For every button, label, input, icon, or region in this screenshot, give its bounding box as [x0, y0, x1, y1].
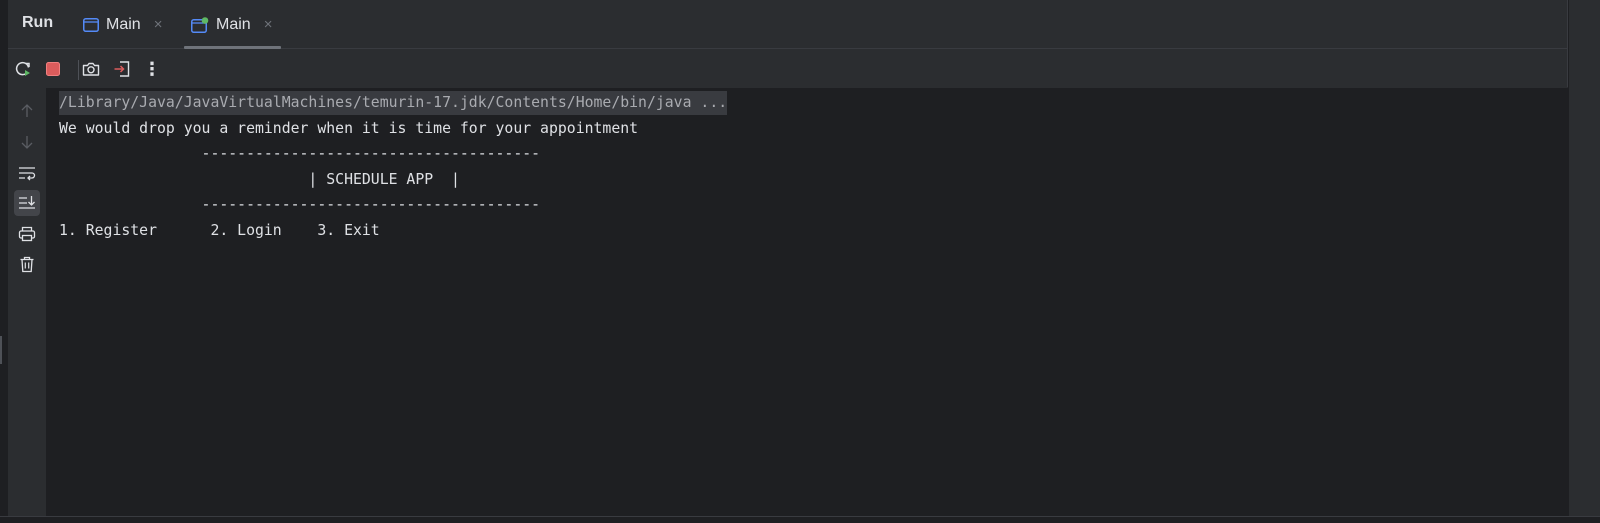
scroll-to-end-button[interactable]	[14, 190, 40, 216]
collapsed-command-line[interactable]: /Library/Java/JavaVirtualMachines/temuri…	[59, 91, 728, 115]
stop-button[interactable]	[42, 58, 64, 80]
console-side-toolbar	[8, 88, 46, 516]
run-tab-bar: Run Main × Main ×	[8, 0, 1568, 49]
exit-button[interactable]	[111, 58, 133, 80]
soft-wrap-icon	[19, 167, 36, 181]
screenshot-button[interactable]	[80, 58, 102, 80]
status-bar-edge	[0, 516, 1600, 523]
run-toolbar: ⋮	[8, 50, 1568, 88]
scroll-to-end-icon	[19, 196, 35, 209]
close-icon[interactable]: ×	[154, 17, 163, 32]
console-line: 1. Register 2. Login 3. Exit	[59, 221, 380, 239]
tab-main-1[interactable]: Main ×	[83, 0, 162, 49]
stop-icon	[46, 62, 60, 76]
more-vertical-icon: ⋮	[143, 58, 161, 79]
tab-main-2[interactable]: Main ×	[184, 0, 282, 49]
console-output[interactable]: /Library/Java/JavaVirtualMachines/temuri…	[46, 88, 1568, 516]
print-icon	[18, 226, 36, 242]
print-button[interactable]	[14, 221, 40, 247]
console-line: We would drop you a reminder when it is …	[59, 119, 639, 137]
close-icon[interactable]: ×	[264, 17, 273, 32]
right-tool-strip	[1569, 0, 1600, 523]
trash-icon	[20, 256, 34, 272]
tab-label: Main	[106, 15, 141, 33]
arrow-down-icon	[21, 136, 33, 149]
console-line: --------------------------------------	[59, 196, 541, 213]
soft-wrap-button[interactable]	[14, 160, 40, 186]
run-panel-title: Run	[22, 14, 54, 31]
application-running-icon	[191, 16, 209, 33]
rerun-icon	[15, 61, 30, 76]
console-line-command[interactable]: /Library/Java/JavaVirtualMachines/temuri…	[59, 90, 1568, 116]
rerun-button[interactable]	[12, 58, 34, 80]
console-line: --------------------------------------	[59, 145, 541, 162]
console-line: | SCHEDULE APP |	[59, 170, 460, 188]
active-tab-indicator	[184, 46, 282, 49]
camera-icon	[82, 62, 100, 76]
application-icon	[83, 17, 99, 32]
run-tool-window: Run Main × Main × ⋮ /Library/Java/JavaVi…	[8, 0, 1568, 516]
scroll-down-button[interactable]	[14, 129, 40, 155]
ide-window: Run Main × Main × ⋮ /Library/Java/JavaVi…	[0, 0, 1600, 523]
more-options-button[interactable]: ⋮	[141, 58, 163, 80]
tab-label: Main	[216, 15, 251, 33]
left-resize-handle[interactable]	[0, 336, 2, 364]
exit-icon	[114, 61, 130, 77]
arrow-up-icon	[21, 104, 33, 117]
scroll-up-button[interactable]	[14, 98, 40, 124]
clear-all-button[interactable]	[14, 251, 40, 277]
toolbar-separator	[78, 60, 79, 80]
